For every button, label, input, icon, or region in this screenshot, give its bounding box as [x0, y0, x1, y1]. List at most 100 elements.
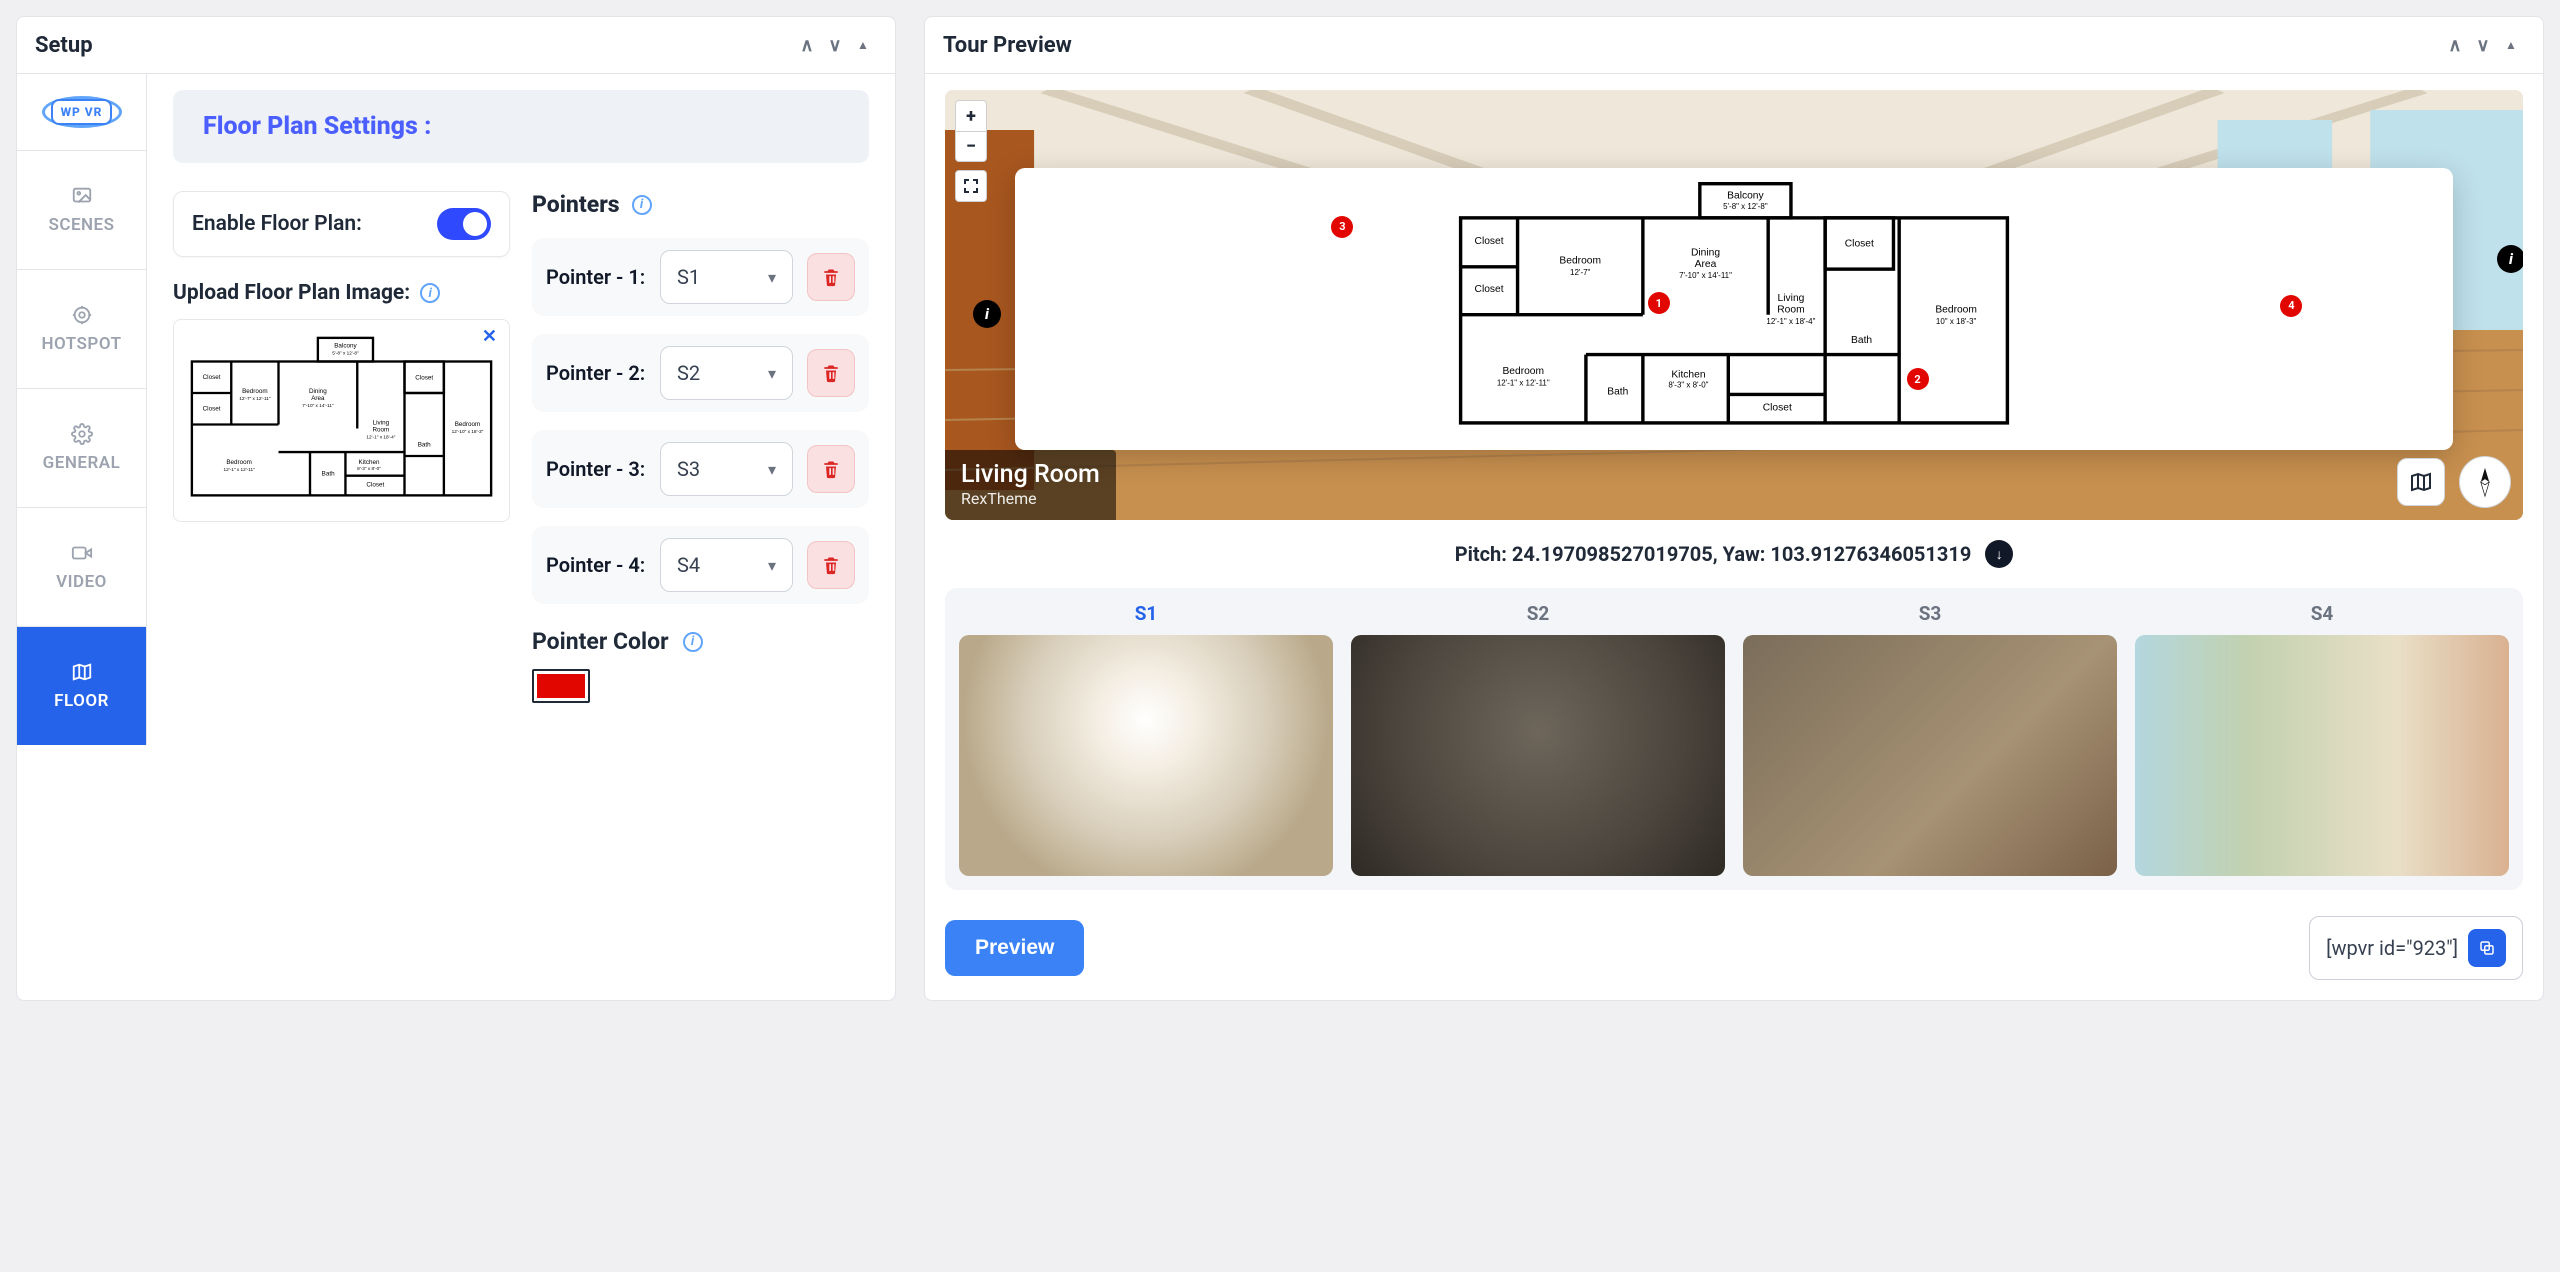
pointer-value: S2 [677, 361, 700, 385]
nav-label: HOTSPOT [41, 334, 121, 354]
nav-label: FLOOR [54, 691, 109, 711]
pointer-select-2[interactable]: S2 ▾ [660, 346, 793, 400]
yaw-value: 103.91276346051319 [1770, 542, 1971, 566]
svg-text:Closet: Closet [203, 405, 221, 412]
trash-icon [821, 363, 841, 383]
svg-text:Area: Area [1695, 259, 1717, 270]
upload-label: Upload Floor Plan Image: [173, 281, 410, 305]
svg-text:Bath: Bath [1607, 386, 1628, 397]
svg-text:7'-10" x 14'-11": 7'-10" x 14'-11" [302, 403, 334, 409]
panorama-viewer[interactable]: + − i i [945, 90, 2523, 520]
svg-text:12'-1" x 18'-4": 12'-1" x 18'-4" [1766, 317, 1815, 326]
scene-thumb-s1[interactable]: S1 [959, 602, 1333, 876]
svg-text:Bath: Bath [322, 471, 335, 478]
pointer-delete-4[interactable] [807, 541, 855, 589]
info-icon[interactable]: i [420, 283, 440, 303]
svg-text:Closet: Closet [1763, 402, 1792, 413]
nav-label: SCENES [48, 215, 114, 235]
zoom-in-button[interactable]: + [956, 101, 986, 131]
remove-image-button[interactable]: ✕ [482, 326, 497, 347]
compass[interactable] [2459, 456, 2511, 508]
panel-down-icon[interactable]: ∨ [821, 31, 849, 59]
svg-text:5'-8" x 12'-8": 5'-8" x 12'-8" [1723, 202, 1768, 211]
svg-text:Area: Area [311, 395, 325, 402]
apply-coords-button[interactable]: ↓ [1985, 540, 2013, 568]
enable-floorplan-row: Enable Floor Plan: [173, 191, 510, 257]
info-hotspot[interactable]: i [973, 300, 1001, 328]
floorplan-pointer[interactable]: 2 [1907, 368, 1929, 390]
panel-collapse-icon[interactable]: ▲ [849, 31, 877, 59]
svg-text:Kitchen: Kitchen [1671, 369, 1705, 380]
panel-up-icon[interactable]: ∧ [2441, 31, 2469, 59]
svg-text:8'-3" x 8'-0": 8'-3" x 8'-0" [357, 466, 381, 472]
floorplan-overlay-svg: Balcony5'-8" x 12'-8" ClosetCloset Bedro… [1025, 178, 2443, 440]
enable-floorplan-toggle[interactable] [437, 208, 491, 240]
info-icon[interactable]: i [632, 195, 652, 215]
fullscreen-button[interactable] [956, 171, 986, 201]
scene-thumbnail [1351, 635, 1725, 876]
svg-text:5'-8" x 12'-8": 5'-8" x 12'-8" [332, 350, 359, 356]
panel-down-icon[interactable]: ∨ [2469, 31, 2497, 59]
scene-thumb-s3[interactable]: S3 [1743, 602, 2117, 876]
scene-thumb-s2[interactable]: S2 [1351, 602, 1725, 876]
scene-title: Living Room [961, 460, 1100, 489]
scene-thumb-s4[interactable]: S4 [2135, 602, 2509, 876]
pointer-select-3[interactable]: S3 ▾ [660, 442, 793, 496]
scene-label: S2 [1527, 602, 1550, 625]
pointer-value: S4 [677, 553, 700, 577]
zoom-out-button[interactable]: − [956, 131, 986, 161]
sidebar: WP VR SCENES HOTSPOT GENERAL VIDEO [17, 74, 147, 745]
tour-preview-panel: Tour Preview ∧ ∨ ▲ [924, 16, 2544, 1001]
panel-up-icon[interactable]: ∧ [793, 31, 821, 59]
floorplan-pointer[interactable]: 1 [1648, 292, 1670, 314]
svg-text:Balcony: Balcony [334, 342, 357, 349]
preview-button[interactable]: Preview [945, 920, 1084, 976]
preview-title: Tour Preview [943, 33, 1072, 58]
svg-text:Bedroom: Bedroom [242, 388, 268, 395]
nav-hotspot[interactable]: HOTSPOT [17, 269, 146, 388]
pointer-delete-2[interactable] [807, 349, 855, 397]
svg-text:12'-7": 12'-7" [1570, 268, 1590, 277]
nav-video[interactable]: VIDEO [17, 507, 146, 626]
nav-general[interactable]: GENERAL [17, 388, 146, 507]
pointer-row-1: Pointer - 1: S1 ▾ [532, 238, 869, 316]
pointer-delete-1[interactable] [807, 253, 855, 301]
pointer-row-4: Pointer - 4: S4 ▾ [532, 526, 869, 604]
info-hotspot[interactable]: i [2497, 245, 2523, 273]
pointer-value: S3 [677, 457, 700, 481]
pointer-select-4[interactable]: S4 ▾ [660, 538, 793, 592]
pointer-delete-3[interactable] [807, 445, 855, 493]
copy-shortcode-button[interactable] [2468, 929, 2506, 967]
chevron-down-icon: ▾ [768, 364, 776, 383]
floorplan-toggle-button[interactable] [2397, 458, 2445, 506]
pointer-select-1[interactable]: S1 ▾ [660, 250, 793, 304]
floorplan-overlay[interactable]: Balcony5'-8" x 12'-8" ClosetCloset Bedro… [1015, 168, 2453, 450]
svg-text:Closet: Closet [415, 375, 433, 382]
scene-thumbnail [959, 635, 1333, 876]
nav-scenes[interactable]: SCENES [17, 150, 146, 269]
scene-label: S3 [1919, 602, 1942, 625]
pitch-value: 24.197098527019705, [1512, 542, 1718, 566]
pointer-color-label: Pointer Color [532, 628, 669, 655]
svg-text:Living: Living [1778, 293, 1805, 304]
svg-text:12'-7" x 12'-11": 12'-7" x 12'-11" [239, 396, 271, 402]
chevron-down-icon: ▾ [768, 460, 776, 479]
video-icon [71, 542, 93, 564]
scene-thumbnail [1743, 635, 2117, 876]
shortcode-display: [wpvr id="923"] [2309, 916, 2523, 980]
setup-panel: Setup ∧ ∨ ▲ WP VR SCENES HOTSPOT [16, 16, 896, 1001]
nav-floor[interactable]: FLOOR [17, 626, 146, 745]
coords-readout: Pitch: 24.197098527019705, Yaw: 103.9127… [945, 540, 2523, 568]
svg-text:Bedroom: Bedroom [1502, 366, 1544, 377]
svg-text:Bedroom: Bedroom [1935, 304, 1977, 315]
scene-strip: S1 S2 S3 S4 [945, 588, 2523, 890]
pointer-color-picker[interactable] [532, 669, 590, 703]
svg-text:Closet: Closet [1845, 238, 1874, 249]
panel-collapse-icon[interactable]: ▲ [2497, 31, 2525, 59]
scene-label: S4 [2311, 602, 2334, 625]
floorplan-thumbnail: ✕ [173, 319, 510, 522]
target-icon [71, 304, 93, 326]
info-icon[interactable]: i [683, 632, 703, 652]
enable-floorplan-label: Enable Floor Plan: [192, 212, 437, 236]
pointer-label: Pointer - 4: [546, 552, 646, 578]
